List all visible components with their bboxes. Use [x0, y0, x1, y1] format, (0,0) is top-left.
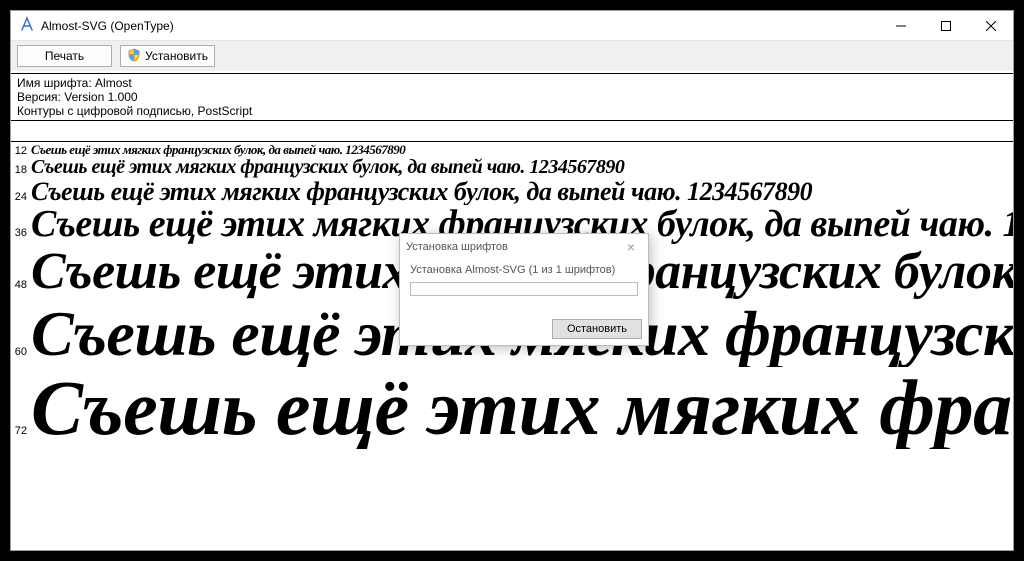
window-controls [878, 12, 1013, 40]
font-viewer-window: Almost-SVG (OpenType) Печать Установить … [10, 10, 1014, 551]
titlebar: Almost-SVG (OpenType) [11, 11, 1013, 41]
sample-row: 24 Съешь ещё этих мягких французских бул… [11, 178, 1013, 205]
print-button[interactable]: Печать [17, 45, 112, 67]
toolbar: Печать Установить [11, 41, 1013, 71]
meta-version: Версия: Version 1.000 [17, 90, 1007, 104]
sample-row: 18 Съешь ещё этих мягких французских бул… [11, 157, 1013, 178]
minimize-button[interactable] [878, 12, 923, 40]
sample-text: Съешь ещё этих мягких французских булок,… [31, 178, 812, 205]
size-label: 18 [13, 164, 31, 176]
shield-icon [127, 48, 141, 65]
sample-row: 72 Съешь ещё этих мягких французских бул… [11, 367, 1013, 449]
progress-bar [410, 282, 638, 296]
window-title: Almost-SVG (OpenType) [41, 19, 174, 33]
sample-row: 12 Съешь ещё этих мягких французских бул… [11, 143, 1013, 157]
size-label: 48 [13, 279, 31, 291]
dialog-close-button[interactable]: × [620, 237, 642, 257]
size-label: 60 [13, 346, 31, 358]
app-icon [19, 16, 35, 35]
dialog-title: Установка шрифтов [406, 241, 508, 253]
install-font-dialog: Установка шрифтов × Установка Almost-SVG… [399, 233, 649, 346]
stop-button[interactable]: Остановить [552, 319, 642, 339]
meta-name: Имя шрифта: Almost [17, 76, 1007, 90]
meta-outline: Контуры с цифровой подписью, PostScript [17, 104, 1007, 118]
sample-text: Съешь ещё этих мягких французских булок,… [31, 157, 624, 178]
size-label: 72 [13, 425, 31, 437]
dialog-body: Установка Almost-SVG (1 из 1 шрифтов) [400, 260, 648, 300]
size-label: 36 [13, 227, 31, 239]
dialog-footer: Остановить [400, 313, 648, 345]
install-button[interactable]: Установить [120, 45, 215, 67]
sample-text: Съешь ещё этих мягких французских булок,… [31, 367, 1013, 449]
close-icon: × [627, 239, 635, 255]
print-button-label: Печать [45, 49, 84, 63]
install-button-label: Установить [145, 49, 208, 63]
dialog-message: Установка Almost-SVG (1 из 1 шрифтов) [410, 264, 638, 276]
font-metadata: Имя шрифта: Almost Версия: Version 1.000… [11, 74, 1013, 118]
stop-button-label: Остановить [567, 323, 627, 335]
dialog-titlebar: Установка шрифтов × [400, 234, 648, 260]
maximize-button[interactable] [923, 12, 968, 40]
sample-text: Съешь ещё этих мягких французских булок,… [31, 143, 405, 157]
size-label: 24 [13, 191, 31, 203]
close-button[interactable] [968, 12, 1013, 40]
size-label: 12 [13, 145, 31, 157]
